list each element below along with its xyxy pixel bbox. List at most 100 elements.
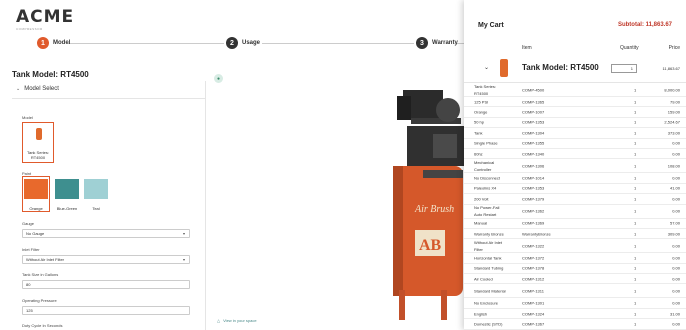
line-item-price: 2,524.67: [664, 119, 680, 125]
tank-thumbnail: [500, 59, 508, 77]
line-item-code: COMP-1362: [522, 208, 545, 214]
gauge-select-value: No Gauge: [26, 231, 45, 236]
col-header-price: Price: [668, 45, 680, 51]
view-in-space-button[interactable]: △ View in your space: [217, 318, 257, 323]
line-item-price: 0.00: [672, 196, 680, 202]
line-item-name: Mechanical Controller: [474, 159, 495, 172]
tank-size-input[interactable]: 80: [22, 280, 190, 289]
table-row: 200 Volt COMP-1379 1 0.00: [464, 194, 686, 205]
chevron-down-icon: ⌄: [16, 86, 21, 92]
inlet-filter-select-value: Without Air Inlet Filter: [26, 257, 65, 262]
paint-swatch-orange[interactable]: [24, 179, 48, 199]
acme-logo[interactable]: ACME COMPRESSOR: [16, 7, 75, 32]
table-row: 125 PSI COMP-1365 1 79.00: [464, 97, 686, 108]
line-item-qty: 1: [634, 175, 637, 181]
view-in-space-label: View in your space: [223, 318, 257, 323]
line-item-qty: 1: [634, 243, 637, 249]
line-item-name: Without Air Inlet Filter: [474, 239, 503, 252]
rotate-view-icon[interactable]: ●: [214, 74, 223, 83]
paint-label-teal: Teal: [92, 206, 100, 211]
section-title: Model Select: [24, 86, 59, 92]
cart-panel: My Cart Subtotal: 11,863.67 Item Quantit…: [464, 0, 686, 330]
line-item-qty: 1: [634, 220, 637, 226]
line-item-code: COMP-1340: [522, 151, 545, 157]
line-item-price: 108.00: [667, 163, 680, 169]
step-warranty[interactable]: 3 Warranty: [416, 37, 458, 49]
line-item-qty: 1: [634, 276, 637, 282]
paint-label-orange: Orange: [29, 206, 43, 211]
gauge-select[interactable]: No Gauge ▾: [22, 229, 190, 238]
table-row: Single Phase COMP-1355 1 0.00: [464, 139, 686, 149]
step-number: 2: [226, 37, 238, 49]
line-item-qty: 1: [634, 140, 637, 146]
inlet-filter-select[interactable]: Without Air Inlet Filter ▾: [22, 255, 190, 264]
line-item-code: COMP-1367: [522, 321, 545, 327]
line-item-qty: 1: [634, 208, 637, 214]
cart-item-name: Tank Model: RT4500: [522, 63, 599, 72]
table-row: Domestic (STD) COMP-1367 1 0.00: [464, 319, 686, 330]
paint-swatch-blue-green[interactable]: [55, 179, 79, 199]
table-row: Manual COMP-1369 1 57.00: [464, 219, 686, 229]
cart-line-items: Tank Series: RT4500 COMP-4500 1 8,000.00 125…: [464, 83, 686, 330]
line-item-qty: 1: [634, 109, 637, 115]
line-item-name: Air Cooled: [474, 276, 493, 282]
operating-pressure-input[interactable]: 125: [22, 306, 190, 315]
table-row: No Disconnect COMP-1014 1 0.00: [464, 173, 686, 184]
inlet-filter-label: Inlet Filter: [22, 247, 40, 252]
model-option-card[interactable]: Tank Series: RT4500: [22, 122, 54, 163]
line-item-qty: 1: [634, 300, 637, 306]
step-model[interactable]: 1 Model: [37, 37, 70, 49]
step-label: Usage: [242, 40, 261, 46]
line-item-qty: 1: [634, 99, 637, 105]
line-item-qty: 1: [634, 151, 637, 157]
line-item-qty: 1: [634, 321, 637, 327]
line-item-code: COMP-1353: [522, 185, 545, 191]
table-row: Standard Material COMP-1311 1 0.00: [464, 284, 686, 299]
line-item-price: 41.00: [669, 185, 680, 191]
line-item-name: 50 hp: [474, 119, 485, 125]
col-header-item: Item: [522, 45, 532, 51]
line-item-code: COMP-1365: [522, 99, 545, 105]
line-item-name: Manual: [474, 220, 488, 226]
step-connector: [262, 43, 414, 44]
paint-swatch-teal[interactable]: [84, 179, 108, 199]
step-number: 1: [37, 37, 49, 49]
model-option-label: Tank Series: RT4500: [26, 150, 49, 160]
line-item-price: 0.00: [672, 265, 680, 271]
table-row: English COMP-1324 1 31.00: [464, 309, 686, 320]
compressor-3d-view[interactable]: Air Brush AB: [393, 90, 468, 322]
model-select-toggle[interactable]: ⌄ Model Select: [16, 86, 59, 92]
gauge-label: Gauge: [22, 221, 35, 226]
cart-item-price: 11,863.67: [662, 66, 681, 71]
logo-text: ACME: [16, 7, 75, 27]
table-row: Horizontal Tank COMP-1372 1 0.00: [464, 253, 686, 264]
step-label: Warranty: [432, 40, 458, 46]
line-item-price: 373.00: [667, 130, 680, 136]
line-item-name: Single Phase: [474, 140, 498, 146]
line-item-qty: 1: [634, 130, 637, 136]
quantity-input[interactable]: 1: [611, 64, 637, 73]
line-item-name: Orange: [474, 109, 488, 115]
step-usage[interactable]: 2 Usage: [226, 37, 260, 49]
line-item-price: 57.00: [669, 220, 680, 226]
line-item-price: 0.00: [672, 151, 680, 157]
chevron-down-icon: ▾: [182, 231, 185, 236]
line-item-code: COMP-1304: [522, 130, 545, 136]
line-item-qty: 1: [634, 185, 637, 191]
line-item-code: COMP-1311: [522, 288, 544, 294]
line-item-name: Tank Series: RT4500: [474, 83, 497, 96]
line-item-qty: 1: [634, 196, 637, 202]
line-item-code: COMP-1014: [522, 175, 545, 181]
line-item-code: COMP-1324: [522, 311, 545, 317]
step-number: 3: [416, 37, 428, 49]
table-row: Orange COMP-1007 1 159.00: [464, 107, 686, 118]
ar-cube-icon: △: [217, 318, 221, 323]
table-row: 60hz COMP-1340 1 0.00: [464, 149, 686, 160]
line-item-code: COMP-1301: [522, 300, 545, 306]
line-item-code: COMP-1322: [522, 243, 545, 249]
chevron-down-icon[interactable]: ⌄: [484, 64, 489, 71]
line-item-price: 8,000.00: [664, 87, 680, 92]
cart-main-item: ⌄ Tank Model: RT4500 1 11,863.67: [464, 55, 686, 83]
line-item-name: Domestic (STD): [474, 321, 503, 327]
line-item-code: COMP-1379: [522, 196, 545, 202]
